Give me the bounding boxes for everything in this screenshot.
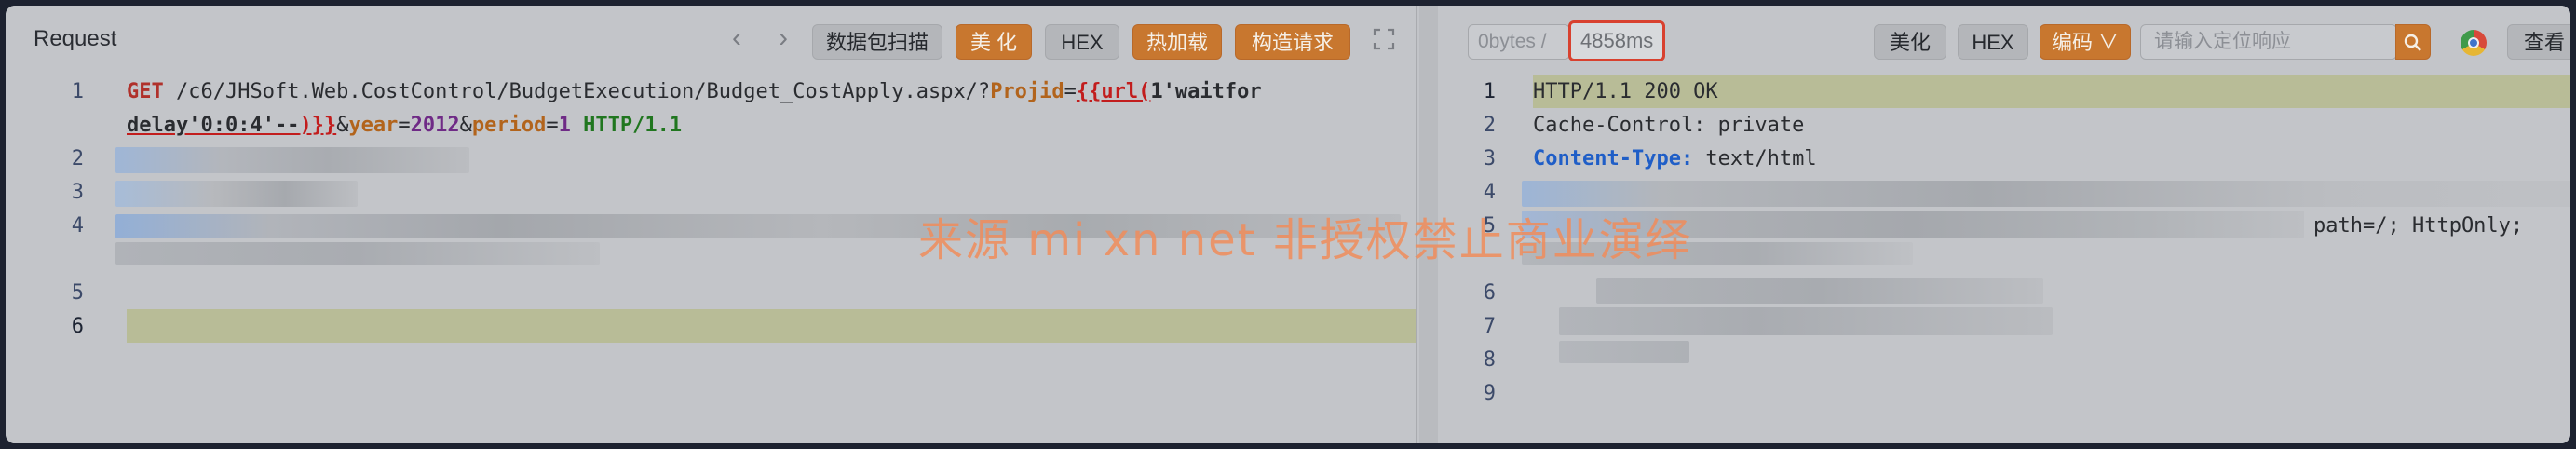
line-number: 9 — [1483, 382, 1496, 405]
request-title: Request — [34, 26, 117, 51]
line-number: 6 — [1483, 281, 1496, 305]
line-number: 2 — [1483, 114, 1496, 137]
response-toolbar: 0bytes / 4858ms 美化 HEX 编码 ∨ 请输入定位响应 查看 — [1438, 6, 2570, 75]
prev-arrow-icon[interactable]: ‹ — [732, 24, 741, 52]
line-number: 4 — [1483, 181, 1496, 204]
redacted-block — [1559, 307, 2053, 335]
line-number: 6 — [71, 315, 84, 338]
redacted-block — [1559, 341, 1689, 363]
line-number: 1 — [71, 80, 84, 103]
expand-icon[interactable] — [1371, 26, 1399, 54]
status-line: HTTP/1.1 200 OK — [1533, 80, 1718, 103]
packet-scan-button[interactable]: 数据包扫描 — [812, 24, 942, 60]
cookie-tail: path=/; HttpOnly; — [2313, 214, 2524, 238]
redacted-block — [115, 242, 600, 265]
header-line: Cache-Control: private — [1533, 114, 1805, 137]
request-toolbar: Request ‹ › 数据包扫描 美 化 HEX 热加载 构造请求 — [6, 6, 1416, 75]
redacted-block — [1596, 278, 2043, 304]
encoding-dropdown[interactable]: 编码 ∨ — [2040, 24, 2131, 60]
beautify-button[interactable]: 美 化 — [956, 24, 1032, 60]
response-beautify-button[interactable]: 美化 — [1874, 24, 1946, 60]
line-number: 2 — [71, 147, 84, 170]
response-hex-button[interactable]: HEX — [1958, 24, 2028, 60]
line-number: 3 — [1483, 147, 1496, 170]
line-number: 7 — [1483, 315, 1496, 338]
burp-like-window: Request ‹ › 数据包扫描 美 化 HEX 热加载 构造请求 1 2 3… — [6, 6, 2570, 443]
redacted-block — [115, 147, 469, 173]
view-button[interactable]: 查看 — [2507, 24, 2570, 60]
line-number: 4 — [71, 214, 84, 238]
request-line: GET /c6/JHSoft.Web.CostControl/BudgetExe… — [127, 80, 1262, 103]
line-number: 5 — [71, 281, 84, 305]
current-line-highlight — [127, 309, 1416, 343]
response-size: 0bytes / — [1468, 24, 1570, 60]
hex-button[interactable]: HEX — [1045, 24, 1119, 60]
locate-response-input[interactable]: 请输入定位响应 — [2140, 24, 2397, 60]
hot-load-button[interactable]: 热加载 — [1132, 24, 1222, 60]
line-number: 8 — [1483, 348, 1496, 372]
line-number: 3 — [71, 181, 84, 204]
request-line-continued: delay'0:0:4'--)}}&year=2012&period=1 HTT… — [127, 114, 683, 137]
search-icon[interactable] — [2395, 24, 2431, 60]
watermark: 来源 mi xn net 非授权禁止商业演绎 — [918, 214, 1692, 266]
chrome-icon[interactable] — [2461, 30, 2487, 56]
redacted-block — [115, 181, 358, 207]
line-number: 1 — [1483, 80, 1496, 103]
build-request-button[interactable]: 构造请求 — [1235, 24, 1350, 60]
next-arrow-icon[interactable]: › — [779, 24, 788, 52]
header-line: Content-Type: text/html — [1533, 147, 1817, 170]
response-time: 4858ms — [1568, 20, 1666, 61]
